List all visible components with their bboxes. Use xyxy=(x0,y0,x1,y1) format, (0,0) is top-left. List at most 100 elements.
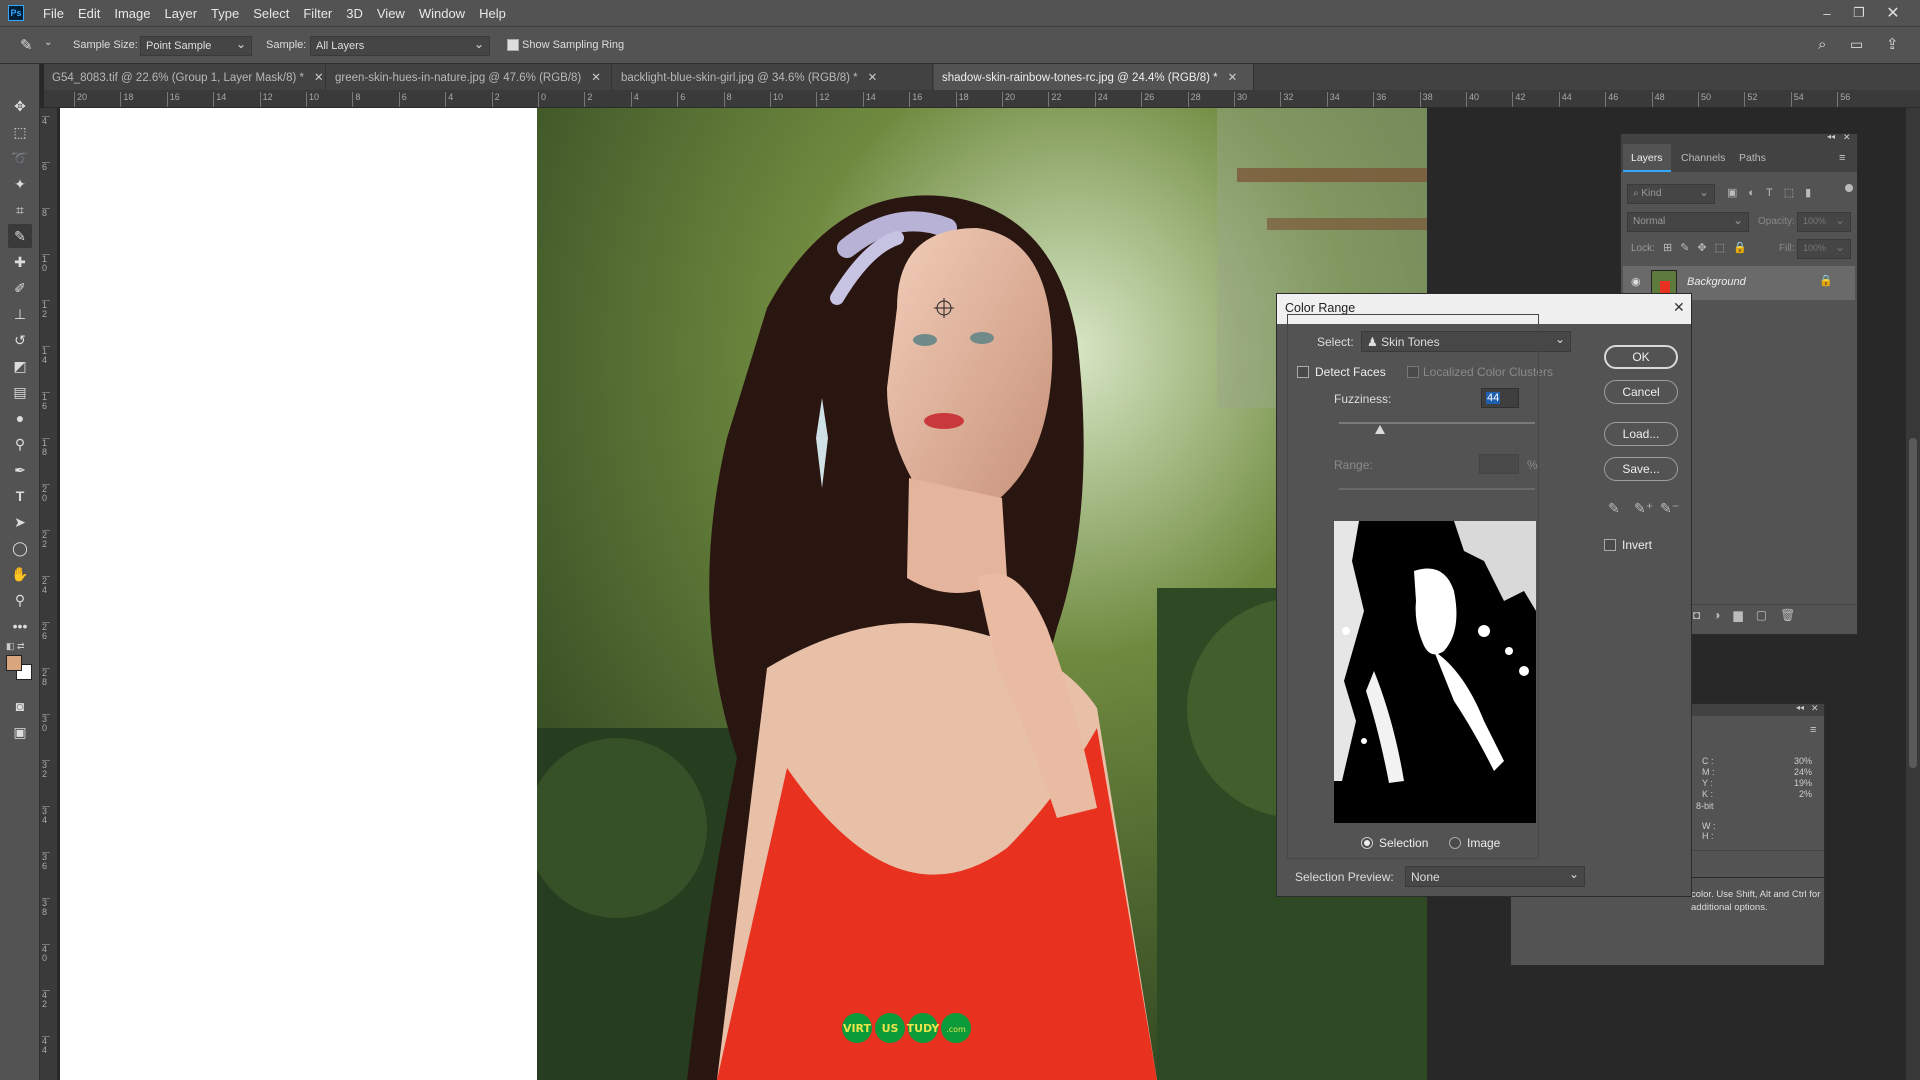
history-brush-icon[interactable]: ↺ xyxy=(8,328,32,352)
select-dropdown[interactable]: ♟ Skin Tones xyxy=(1361,331,1571,352)
blur-tool-icon[interactable]: ● xyxy=(8,406,32,430)
stamp-tool-icon[interactable]: ⊥ xyxy=(8,302,32,326)
pen-tool-icon[interactable]: ✒ xyxy=(8,458,32,482)
menu-view[interactable]: View xyxy=(370,6,412,21)
detect-faces-checkbox[interactable] xyxy=(1297,366,1309,378)
filter-icons[interactable]: ▣◐T⬚▮ xyxy=(1727,186,1822,199)
menu-image[interactable]: Image xyxy=(107,6,157,21)
fuzziness-track[interactable] xyxy=(1339,422,1535,424)
dialog-close-icon[interactable]: ✕ xyxy=(1673,299,1685,316)
brush-tool-icon[interactable]: ✐ xyxy=(8,276,32,300)
doc-tab[interactable]: G54_8083.tif @ 22.6% (Group 1, Layer Mas… xyxy=(44,64,326,90)
vertical-scrollbar[interactable] xyxy=(1906,108,1920,1080)
crop-tool-icon[interactable]: ⌗ xyxy=(8,198,32,222)
dodge-tool-icon[interactable]: ⚲ xyxy=(8,432,32,456)
ellipse-tool-icon[interactable]: ◯ xyxy=(8,536,32,560)
default-colors-icon[interactable]: ◧ ⇄ xyxy=(6,641,25,652)
scrollbar-thumb[interactable] xyxy=(1909,438,1917,768)
close-tab-icon[interactable]: ✕ xyxy=(868,72,878,84)
marquee-tool-icon[interactable]: ⬚ xyxy=(8,120,32,144)
localized-clusters-checkbox[interactable] xyxy=(1407,366,1419,378)
blend-mode-select[interactable]: Normal xyxy=(1627,212,1749,232)
move-tool-icon[interactable]: ✥ xyxy=(8,94,32,118)
gradient-tool-icon[interactable]: ▤ xyxy=(8,380,32,404)
fuzziness-input[interactable]: 44 xyxy=(1481,388,1519,408)
menu-3d[interactable]: 3D xyxy=(339,6,370,21)
close-tab-icon[interactable]: ✕ xyxy=(591,72,601,84)
close-tab-icon[interactable]: ✕ xyxy=(1228,72,1238,84)
close-icon[interactable]: ✕ xyxy=(1880,0,1906,26)
panel-close-icon[interactable]: ✕ xyxy=(1843,132,1851,143)
tab-channels[interactable]: Channels xyxy=(1673,144,1733,172)
range-input[interactable] xyxy=(1479,454,1519,474)
photoshop-logo[interactable]: Ps xyxy=(8,5,24,21)
eyedropper-tool-icon[interactable]: ✎ xyxy=(8,224,32,248)
collapse-icon[interactable]: ◂◂ xyxy=(1827,132,1835,141)
doc-tab[interactable]: backlight-blue-skin-girl.jpg @ 34.6% (RG… xyxy=(613,64,933,90)
opacity-field[interactable]: 100% xyxy=(1797,212,1851,232)
doc-tab-active[interactable]: shadow-skin-rainbow-tones-rc.jpg @ 24.4%… xyxy=(934,64,1254,90)
menu-filter[interactable]: Filter xyxy=(296,6,339,21)
invert-checkbox[interactable] xyxy=(1604,539,1616,551)
menu-file[interactable]: File xyxy=(36,6,71,21)
menu-help[interactable]: Help xyxy=(472,6,513,21)
magic-wand-icon[interactable]: ✦ xyxy=(8,172,32,196)
menu-edit[interactable]: Edit xyxy=(71,6,107,21)
eraser-tool-icon[interactable]: ◩ xyxy=(8,354,32,378)
panel-close-icon[interactable]: ✕ xyxy=(1811,703,1819,714)
eyedropper-plus-icon[interactable]: ✎⁺ xyxy=(1634,500,1653,517)
panel-menu-icon[interactable]: ≡ xyxy=(1810,724,1816,736)
quick-mask-icon[interactable]: ◙ xyxy=(8,694,32,718)
cancel-button[interactable]: Cancel xyxy=(1604,380,1678,404)
image-radio[interactable] xyxy=(1449,837,1461,849)
filter-toggle-icon[interactable] xyxy=(1845,184,1853,192)
panel-menu-icon[interactable]: ≡ xyxy=(1839,152,1845,164)
eye-icon[interactable]: ◉ xyxy=(1631,275,1641,288)
doc-tab[interactable]: green-skin-hues-in-nature.jpg @ 47.6% (R… xyxy=(327,64,612,90)
menu-layer[interactable]: Layer xyxy=(158,6,205,21)
foreground-color-swatch[interactable] xyxy=(6,655,22,671)
fill-field[interactable]: 100% xyxy=(1797,239,1851,259)
menu-select[interactable]: Select xyxy=(246,6,296,21)
type-tool-icon[interactable]: T xyxy=(8,484,32,508)
close-tab-icon[interactable]: ✕ xyxy=(314,72,324,84)
search-icon[interactable]: ⌕ xyxy=(1818,36,1826,53)
fuzziness-slider-thumb[interactable] xyxy=(1375,425,1386,434)
layer-footer-icons[interactable]: ◘◑▆▢🗑 xyxy=(1693,608,1808,622)
sample-size-select[interactable]: Point Sample xyxy=(140,36,252,56)
tab-paths[interactable]: Paths xyxy=(1731,144,1774,172)
eyedropper-icon[interactable]: ✎ xyxy=(20,36,33,54)
selection-radio[interactable] xyxy=(1361,837,1373,849)
screen-mode-icon[interactable]: ▣ xyxy=(8,720,32,744)
eyedropper-icon[interactable]: ✎ xyxy=(1608,500,1620,517)
sample-select[interactable]: All Layers xyxy=(310,36,490,56)
workspace-icon[interactable]: ▭ xyxy=(1850,36,1863,53)
healing-brush-icon[interactable]: ✚ xyxy=(8,250,32,274)
ok-button[interactable]: OK xyxy=(1604,345,1678,369)
horizontal-ruler[interactable]: 20 18 16 14 12 10 8 6 4 2 0 2 4 6 8 10 12 14 16 18 20 22 24 26 2… xyxy=(44,90,1920,108)
collapse-icon[interactable]: ◂◂ xyxy=(1796,703,1804,712)
menu-type[interactable]: Type xyxy=(204,6,246,21)
kind-filter-select[interactable]: ⌕ Kind xyxy=(1627,184,1715,204)
path-selection-icon[interactable]: ➤ xyxy=(8,510,32,534)
zoom-tool-icon[interactable]: ⚲ xyxy=(8,588,32,612)
dialog-title-bar[interactable]: Color Range ✕ xyxy=(1277,294,1691,324)
eyedropper-minus-icon[interactable]: ✎⁻ xyxy=(1660,500,1679,517)
share-icon[interactable]: ⇪ xyxy=(1886,35,1899,53)
hand-tool-icon[interactable]: ✋ xyxy=(8,562,32,586)
more-tools-icon[interactable]: ••• xyxy=(8,614,32,638)
save-button[interactable]: Save... xyxy=(1604,457,1678,481)
lock-icons[interactable]: ⊞✎✥⬚🔒 xyxy=(1663,241,1755,254)
panel-header-bar[interactable]: ◂◂ ✕ xyxy=(1621,132,1857,144)
lasso-tool-icon[interactable]: ➰ xyxy=(8,146,32,170)
info-header[interactable]: ◂◂ ✕ xyxy=(1692,703,1824,716)
chevron-down-icon[interactable]: ⌄ xyxy=(44,37,52,48)
menu-window[interactable]: Window xyxy=(412,6,472,21)
vertical-ruler[interactable]: 4 6 8 1 0 1 2 1 4 1 6 1 8 2 0 2 2 2 4 2 6 2 8 3 0 3 2 3… xyxy=(40,108,58,1080)
tab-layers[interactable]: Layers xyxy=(1623,144,1671,172)
load-button[interactable]: Load... xyxy=(1604,422,1678,446)
show-sampling-ring-checkbox[interactable] xyxy=(507,39,519,51)
selection-preview-select[interactable]: None xyxy=(1405,866,1585,887)
restore-icon[interactable]: ❐ xyxy=(1846,0,1872,26)
minimize-icon[interactable]: – xyxy=(1814,0,1840,26)
